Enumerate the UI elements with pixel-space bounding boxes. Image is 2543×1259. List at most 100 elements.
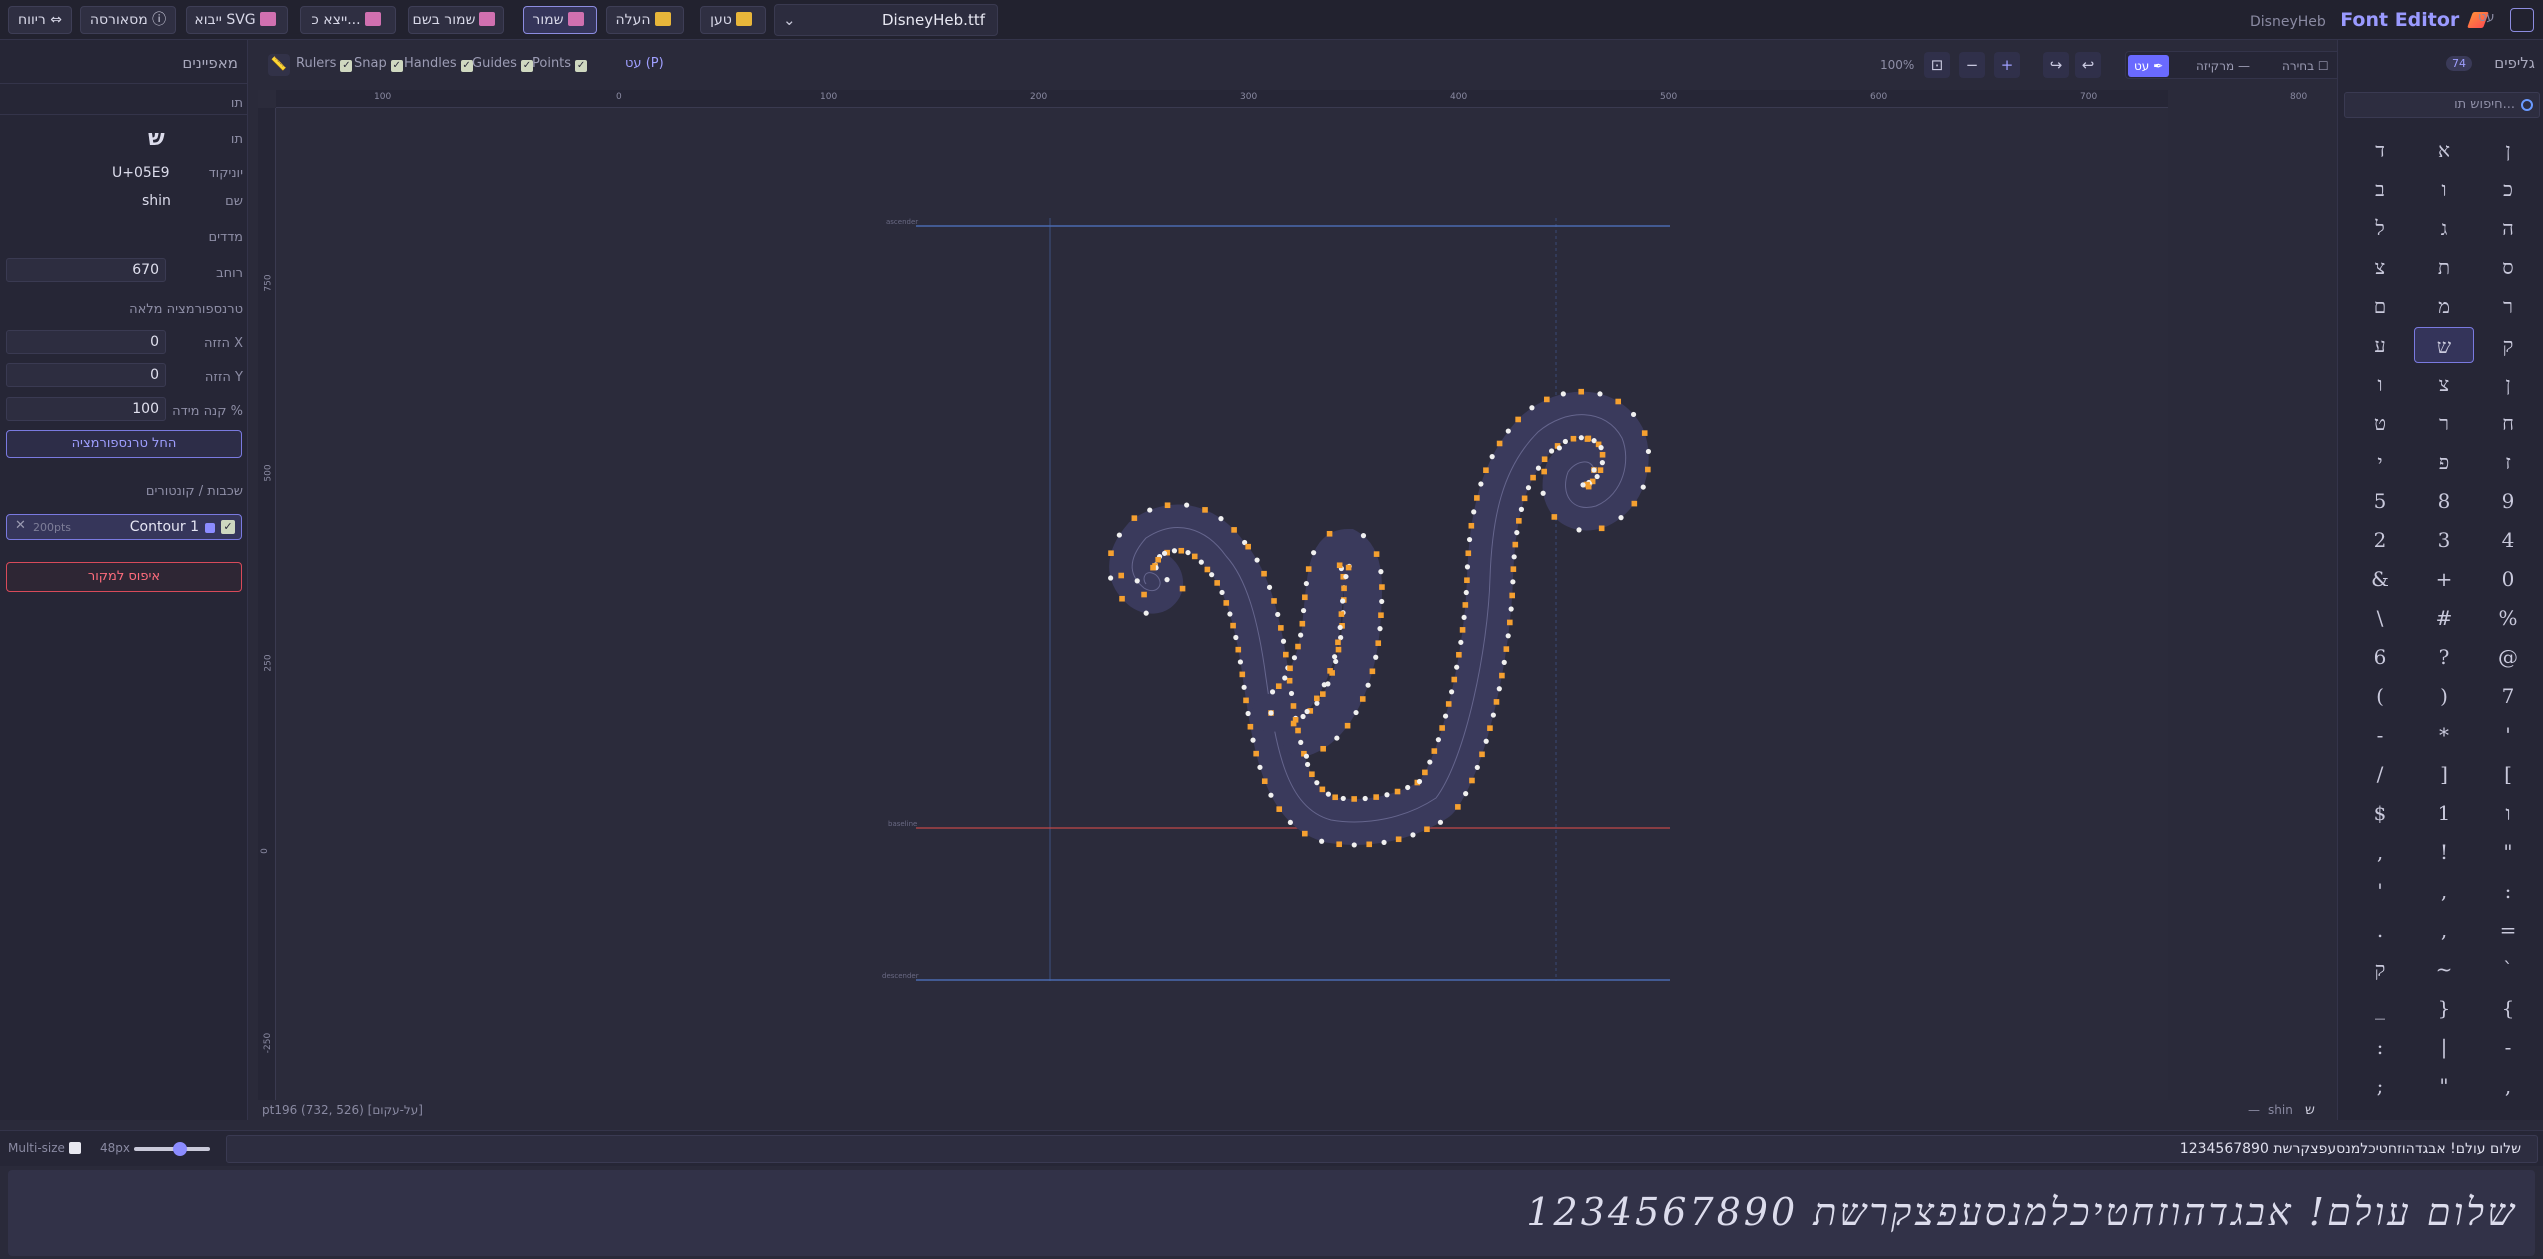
- glyph-cell[interactable]: 4: [2478, 522, 2538, 558]
- off-curve-point[interactable]: [1344, 722, 1351, 729]
- glyph-cell[interactable]: ת: [2414, 249, 2474, 285]
- off-curve-point[interactable]: [1541, 456, 1548, 463]
- on-curve-point[interactable]: [1529, 405, 1535, 411]
- multisize-toggle[interactable]: Multi-size: [8, 1141, 81, 1155]
- off-curve-point[interactable]: [1597, 467, 1604, 473]
- on-curve-point[interactable]: [1496, 686, 1502, 692]
- on-curve-point[interactable]: [1410, 832, 1416, 838]
- apply-transform-button[interactable]: החל טרנספורמציה: [6, 430, 242, 458]
- handles-toggle[interactable]: Handles ✓: [404, 56, 473, 72]
- off-curve-point[interactable]: [1245, 543, 1251, 550]
- on-curve-point[interactable]: [1379, 598, 1385, 605]
- off-curve-point[interactable]: [1336, 841, 1342, 848]
- glyph-cell[interactable]: ': [2350, 873, 2410, 909]
- glyph-cell[interactable]: ,: [2350, 834, 2410, 870]
- off-curve-point[interactable]: [1223, 600, 1230, 606]
- on-curve-point[interactable]: [1241, 684, 1247, 690]
- on-curve-point[interactable]: [1463, 589, 1469, 596]
- on-curve-point[interactable]: [1269, 689, 1276, 695]
- off-curve-point[interactable]: [1599, 451, 1606, 458]
- glyph-cell[interactable]: %: [2478, 600, 2538, 636]
- off-curve-point[interactable]: [1204, 566, 1211, 573]
- export-button[interactable]: ייצא כ...: [300, 6, 396, 34]
- on-curve-point[interactable]: [1218, 516, 1224, 522]
- on-curve-point[interactable]: [1280, 638, 1287, 644]
- glyph-cell[interactable]: {: [2478, 990, 2538, 1026]
- on-curve-point[interactable]: [1560, 391, 1566, 397]
- glyph-cell[interactable]: ,: [2414, 912, 2474, 948]
- on-curve-point[interactable]: [1321, 682, 1327, 688]
- on-curve-point[interactable]: [1266, 584, 1273, 590]
- off-curve-point[interactable]: [1631, 500, 1638, 507]
- off-curve-point[interactable]: [1584, 436, 1591, 442]
- glyph-cell[interactable]: כ: [2478, 171, 2538, 207]
- off-curve-point[interactable]: [1541, 468, 1547, 475]
- on-curve-point[interactable]: [1442, 713, 1449, 719]
- on-curve-point[interactable]: [1362, 795, 1368, 802]
- glyph-cell[interactable]: 7: [2478, 678, 2538, 714]
- zoom-in-button[interactable]: +: [1994, 52, 2020, 78]
- on-curve-point[interactable]: [1338, 634, 1344, 641]
- undo-button[interactable]: ↩: [2075, 52, 2101, 78]
- off-curve-point[interactable]: [1179, 585, 1186, 592]
- on-curve-point[interactable]: [1540, 490, 1546, 496]
- glyph-cell[interactable]: $: [2350, 795, 2410, 831]
- glyph-cell[interactable]: ם: [2350, 288, 2410, 324]
- off-curve-point[interactable]: [1456, 651, 1462, 658]
- glyph-cell[interactable]: _: [2350, 990, 2410, 1026]
- on-curve-point[interactable]: [1556, 445, 1562, 451]
- on-curve-point[interactable]: [1645, 448, 1652, 455]
- glyph-cell[interactable]: ז: [2478, 444, 2538, 480]
- on-curve-point[interactable]: [1268, 792, 1274, 798]
- off-curve-point[interactable]: [1394, 788, 1401, 795]
- on-curve-point[interactable]: [1268, 710, 1274, 716]
- on-curve-point[interactable]: [1171, 548, 1178, 554]
- glyph-cell[interactable]: ש: [2414, 327, 2474, 363]
- off-curve-point[interactable]: [1499, 672, 1505, 679]
- off-curve-point[interactable]: [1239, 671, 1246, 678]
- off-curve-point[interactable]: [1479, 751, 1485, 758]
- glyph-cell[interactable]: ,: [2478, 1068, 2538, 1104]
- on-curve-point[interactable]: [1303, 753, 1310, 759]
- on-curve-point[interactable]: [1184, 502, 1190, 508]
- glyph-cell[interactable]: @: [2478, 639, 2538, 675]
- off-curve-point[interactable]: [1373, 794, 1379, 800]
- glyph-cell[interactable]: א: [2414, 132, 2474, 168]
- on-curve-point[interactable]: [1591, 467, 1597, 473]
- on-curve-point[interactable]: [1518, 506, 1525, 512]
- on-curve-point[interactable]: [1478, 481, 1484, 487]
- off-curve-point[interactable]: [1336, 562, 1343, 569]
- on-curve-point[interactable]: [1510, 579, 1516, 585]
- off-curve-point[interactable]: [1191, 553, 1198, 560]
- off-curve-point[interactable]: [1253, 750, 1259, 757]
- on-curve-point[interactable]: [1161, 550, 1168, 556]
- off-curve-point[interactable]: [1459, 627, 1466, 633]
- on-curve-point[interactable]: [1599, 460, 1605, 466]
- load-button[interactable]: טען: [700, 6, 766, 34]
- on-curve-point[interactable]: [1353, 709, 1359, 716]
- on-curve-point[interactable]: [1618, 515, 1624, 521]
- on-curve-point[interactable]: [1185, 549, 1191, 556]
- on-curve-point[interactable]: [1332, 654, 1338, 660]
- off-curve-point[interactable]: [1119, 595, 1125, 602]
- on-curve-point[interactable]: [1325, 791, 1331, 797]
- on-curve-point[interactable]: [1580, 482, 1586, 488]
- off-curve-point[interactable]: [1422, 769, 1428, 776]
- off-curve-point[interactable]: [1305, 566, 1312, 572]
- on-curve-point[interactable]: [1525, 485, 1532, 491]
- off-curve-point[interactable]: [1141, 591, 1147, 598]
- glyph-cell[interactable]: -: [2350, 717, 2410, 753]
- on-curve-point[interactable]: [1449, 689, 1455, 695]
- on-curve-point[interactable]: [1343, 573, 1349, 580]
- off-curve-point[interactable]: [1118, 572, 1125, 579]
- glyph-cell[interactable]: 6: [2350, 639, 2410, 675]
- on-curve-point[interactable]: [1466, 536, 1473, 543]
- off-curve-point[interactable]: [1369, 668, 1376, 675]
- on-curve-point[interactable]: [1275, 611, 1281, 618]
- on-curve-point[interactable]: [1314, 700, 1320, 706]
- off-curve-point[interactable]: [1431, 748, 1438, 754]
- on-curve-point[interactable]: [1254, 557, 1260, 563]
- glyph-cell[interactable]: -: [2478, 1029, 2538, 1065]
- on-curve-point[interactable]: [1535, 465, 1542, 471]
- zoom-out-button[interactable]: −: [1959, 52, 1985, 78]
